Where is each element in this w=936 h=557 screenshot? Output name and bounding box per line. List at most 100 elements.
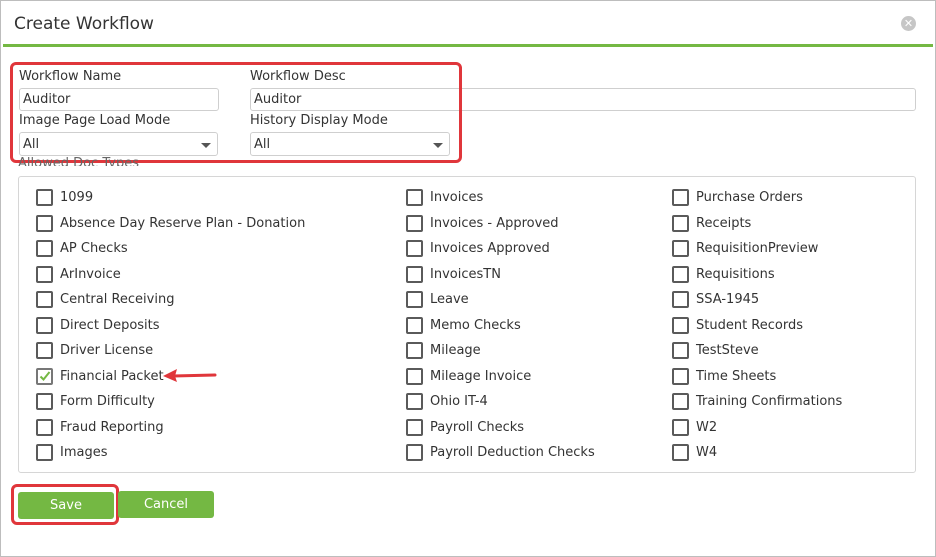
doc-type-checkbox-item[interactable]: Mileage (406, 340, 481, 360)
doc-type-checkbox-item[interactable]: Memo Checks (406, 315, 521, 335)
doc-type-label: Financial Packet (60, 368, 164, 384)
doc-type-label: Absence Day Reserve Plan - Donation (60, 215, 306, 231)
doc-type-checkbox-item[interactable]: Receipts (672, 213, 751, 233)
doc-type-checkbox-item[interactable]: InvoicesTN (406, 264, 501, 284)
doc-type-label: Central Receiving (60, 291, 175, 307)
doc-type-label: Leave (430, 291, 469, 307)
doc-type-checkbox-item[interactable]: Requisitions (672, 264, 775, 284)
checkbox[interactable] (406, 443, 423, 461)
doc-type-checkbox-item[interactable]: Ohio IT-4 (406, 391, 488, 411)
doc-type-checkbox-item[interactable]: SSA-1945 (672, 289, 759, 309)
checkbox[interactable] (672, 290, 689, 308)
checkbox[interactable] (36, 443, 53, 461)
close-icon[interactable]: ✕ (901, 16, 916, 31)
checkbox[interactable] (406, 316, 423, 334)
doc-type-label: Fraud Reporting (60, 419, 164, 435)
doc-type-checkbox-item[interactable]: 1099 (36, 187, 93, 207)
doc-type-checkbox-item[interactable]: Training Confirmations (672, 391, 842, 411)
doc-type-label: InvoicesTN (430, 266, 501, 282)
checkbox[interactable] (36, 392, 53, 410)
doc-type-label: Ohio IT-4 (430, 393, 488, 409)
cancel-button[interactable]: Cancel (118, 491, 214, 518)
doc-type-checkbox-item[interactable]: Time Sheets (672, 366, 776, 386)
save-button[interactable]: Save (18, 492, 114, 519)
checkbox[interactable] (36, 188, 53, 206)
doc-type-checkbox-item[interactable]: Fraud Reporting (36, 417, 164, 437)
checkbox[interactable] (36, 239, 53, 257)
doc-type-checkbox-item[interactable]: Purchase Orders (672, 187, 803, 207)
dialog-titlebar: Create Workflow ✕ (1, 1, 935, 45)
checkbox[interactable] (36, 316, 53, 334)
fields-highlight-box (10, 62, 462, 163)
checkbox[interactable] (672, 265, 689, 283)
doc-type-label: AP Checks (60, 240, 128, 256)
doc-type-checkbox-item[interactable]: Invoices - Approved (406, 213, 559, 233)
checkbox[interactable] (672, 188, 689, 206)
checkbox[interactable] (406, 367, 423, 385)
checkbox[interactable] (406, 214, 423, 232)
doc-type-checkbox-item[interactable]: Direct Deposits (36, 315, 160, 335)
doc-type-label: ArInvoice (60, 266, 121, 282)
checkbox[interactable] (672, 392, 689, 410)
checkbox[interactable] (406, 265, 423, 283)
doc-type-label: Training Confirmations (696, 393, 843, 409)
doc-type-label: Requisitions (696, 266, 775, 282)
doc-type-label: Images (60, 444, 108, 460)
doc-type-checkbox-item[interactable]: Mileage Invoice (406, 366, 531, 386)
allowed-doc-types-label: Allowed Doc Types (18, 157, 139, 166)
doc-type-label: W2 (696, 419, 718, 435)
doc-type-checkbox-item[interactable]: W2 (672, 417, 717, 437)
doc-type-checkbox-item[interactable]: Form Difficulty (36, 391, 155, 411)
doc-type-checkbox-item[interactable]: Financial Packet (36, 366, 164, 386)
checkbox[interactable] (672, 341, 689, 359)
doc-type-checkbox-item[interactable]: Central Receiving (36, 289, 174, 309)
doc-type-checkbox-item[interactable]: Images (36, 442, 108, 462)
doc-type-label: SSA-1945 (696, 291, 760, 307)
checkbox[interactable] (672, 443, 689, 461)
doc-type-label: 1099 (60, 189, 94, 205)
doc-type-checkbox-item[interactable]: Payroll Deduction Checks (406, 442, 595, 462)
checkbox[interactable] (406, 418, 423, 436)
checkbox[interactable] (406, 392, 423, 410)
doc-type-checkbox-item[interactable]: W4 (672, 442, 717, 462)
checkbox[interactable] (406, 290, 423, 308)
checkbox[interactable] (672, 367, 689, 385)
checkbox[interactable] (36, 341, 53, 359)
doc-type-checkbox-item[interactable]: Invoices Approved (406, 238, 550, 258)
title-divider (3, 44, 933, 47)
checkbox[interactable] (406, 239, 423, 257)
doc-type-label: Mileage (430, 342, 481, 358)
doc-type-label: Purchase Orders (696, 189, 803, 205)
doc-type-checkbox-item[interactable]: Leave (406, 289, 469, 309)
doc-type-label: Memo Checks (430, 317, 521, 333)
checkbox[interactable] (36, 214, 53, 232)
doc-type-checkbox-item[interactable]: Payroll Checks (406, 417, 524, 437)
checkbox[interactable] (36, 418, 53, 436)
checkmark-icon (39, 370, 51, 381)
checkbox[interactable] (406, 188, 423, 206)
doc-type-checkbox-item[interactable]: Student Records (672, 315, 803, 335)
checkbox[interactable] (406, 341, 423, 359)
doc-type-checkbox-item[interactable]: Absence Day Reserve Plan - Donation (36, 213, 305, 233)
checkbox[interactable] (36, 290, 53, 308)
dialog-title: Create Workflow (14, 14, 154, 34)
doc-type-label: RequisitionPreview (696, 240, 819, 256)
doc-type-checkbox-item[interactable]: TestSteve (672, 340, 759, 360)
create-workflow-dialog: Create Workflow ✕ Workflow Name Workflow… (0, 0, 936, 557)
doc-type-checkbox-item[interactable]: AP Checks (36, 238, 128, 258)
doc-type-checkbox-item[interactable]: ArInvoice (36, 264, 121, 284)
doc-type-label: Receipts (696, 215, 752, 231)
doc-type-label: Time Sheets (696, 368, 777, 384)
doc-type-label: Form Difficulty (60, 393, 155, 409)
checkbox[interactable] (672, 418, 689, 436)
doc-type-checkbox-item[interactable]: Driver License (36, 340, 153, 360)
checkbox[interactable] (672, 214, 689, 232)
doc-type-checkbox-item[interactable]: Invoices (406, 187, 483, 207)
checkbox-checked[interactable] (36, 367, 53, 385)
checkbox[interactable] (672, 316, 689, 334)
doc-type-checkbox-item[interactable]: RequisitionPreview (672, 238, 818, 258)
doc-type-label: Invoices Approved (430, 240, 550, 256)
doc-type-label: TestSteve (696, 342, 759, 358)
checkbox[interactable] (672, 239, 689, 257)
checkbox[interactable] (36, 265, 53, 283)
